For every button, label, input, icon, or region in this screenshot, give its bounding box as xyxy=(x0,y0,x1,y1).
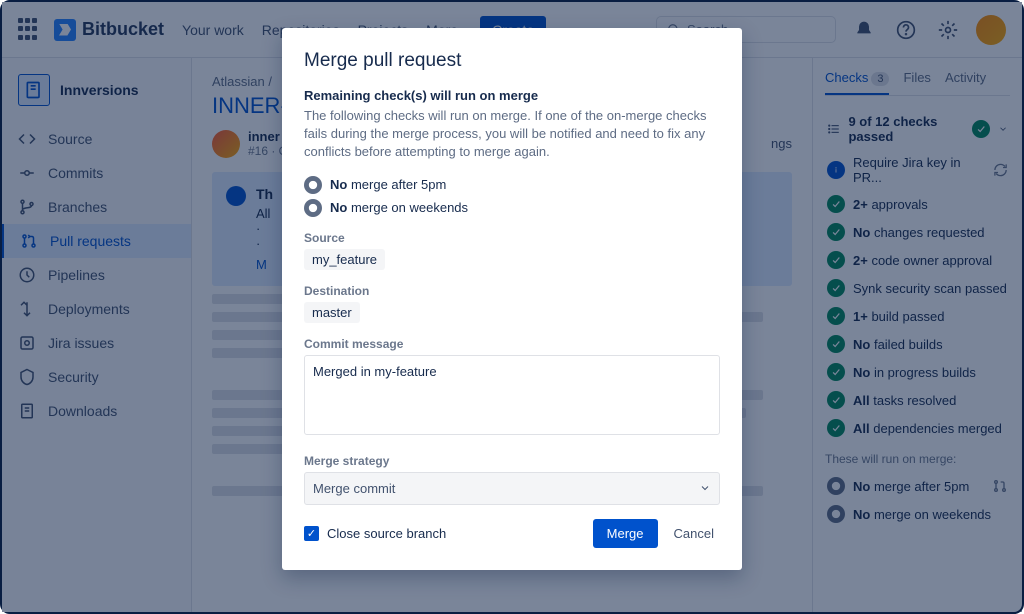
time-icon xyxy=(304,176,322,194)
commit-message-input[interactable] xyxy=(304,355,720,435)
modal-check-item: No merge after 5pm xyxy=(304,176,720,194)
merge-strategy-select[interactable]: Merge commit xyxy=(304,472,720,505)
close-branch-checkbox[interactable] xyxy=(304,526,319,541)
source-branch: my_feature xyxy=(304,249,385,270)
merge-modal: Merge pull request Remaining check(s) wi… xyxy=(282,28,742,570)
source-label: Source xyxy=(304,231,720,245)
close-branch-label: Close source branch xyxy=(327,526,446,541)
commit-label: Commit message xyxy=(304,337,720,351)
time-icon xyxy=(304,199,322,217)
modal-overlay: Merge pull request Remaining check(s) wi… xyxy=(2,2,1022,612)
modal-warn-text: The following checks will run on merge. … xyxy=(304,107,720,162)
modal-warn-title: Remaining check(s) will run on merge xyxy=(304,88,720,103)
cancel-button[interactable]: Cancel xyxy=(668,519,720,548)
merge-button[interactable]: Merge xyxy=(593,519,658,548)
strategy-label: Merge strategy xyxy=(304,454,720,468)
dest-branch: master xyxy=(304,302,360,323)
dest-label: Destination xyxy=(304,284,720,298)
modal-title: Merge pull request xyxy=(304,50,720,72)
modal-footer: Close source branch Merge Cancel xyxy=(304,519,720,548)
modal-check-item: No merge on weekends xyxy=(304,199,720,217)
